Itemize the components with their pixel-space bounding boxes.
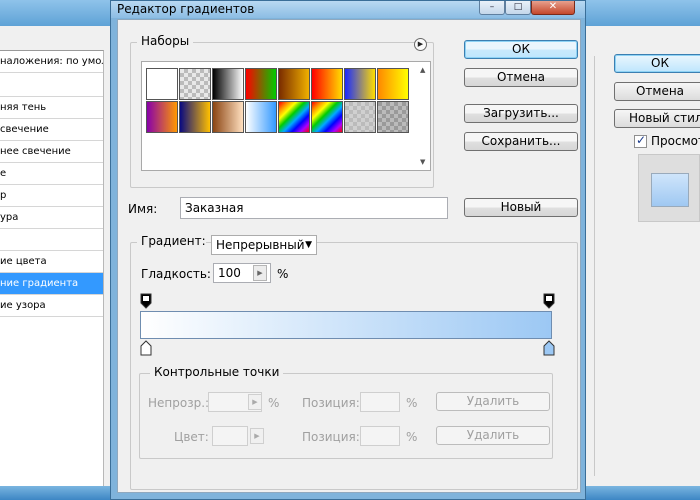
layer-style-ok-button[interactable]: ОК — [614, 54, 700, 73]
style-preview — [638, 154, 700, 222]
maximize-button[interactable]: □ — [505, 1, 531, 15]
styles-list-item[interactable]: р — [0, 185, 103, 207]
smoothness-slider-icon[interactable]: ▶ — [253, 265, 267, 281]
gradient-group: Градиент: Непрерывный ▼ Гладкость: 100 ▶… — [130, 234, 578, 490]
styles-list: наложения: по умолча няя тень свечение н… — [0, 50, 104, 486]
opacity-stop-right-icon[interactable] — [543, 293, 555, 309]
delete-color-stop-button[interactable]: Удалить — [436, 426, 550, 445]
preset-swatches — [146, 68, 409, 133]
preset-swatch[interactable] — [179, 68, 211, 100]
minimize-button[interactable]: – — [479, 1, 505, 15]
preset-swatch[interactable] — [278, 68, 310, 100]
preset-swatch[interactable] — [344, 101, 376, 133]
color-position-input[interactable] — [360, 426, 400, 446]
color-position-label: Позиция: — [302, 430, 360, 444]
layer-style-dialog-left: наложения: по умолча няя тень свечение н… — [0, 0, 110, 500]
styles-list-item-gradient-overlay[interactable]: ние градиента — [0, 273, 103, 295]
gradient-type-value: Непрерывный — [216, 238, 305, 252]
divider — [594, 56, 595, 476]
preset-swatch[interactable] — [212, 68, 244, 100]
color-label: Цвет: — [174, 430, 209, 444]
color-swatch[interactable] — [212, 426, 248, 446]
opacity-position-percent: % — [406, 396, 418, 410]
presets-label: Наборы — [137, 34, 194, 48]
layer-style-dialog-right: ОК Отмена Новый стиль ✓ Просмотр — [586, 0, 700, 500]
layer-style-titlebar-left — [0, 0, 110, 26]
presets-scrollbar[interactable]: ▲ ▼ — [420, 66, 428, 166]
styles-list-item[interactable]: ура — [0, 207, 103, 229]
preset-swatch[interactable] — [278, 101, 310, 133]
styles-list-item[interactable]: наложения: по умолча — [0, 51, 103, 73]
scroll-up-icon[interactable]: ▲ — [420, 66, 425, 74]
styles-list-item[interactable]: е — [0, 163, 103, 185]
layer-style-cancel-button[interactable]: Отмена — [614, 82, 700, 101]
preset-swatch[interactable] — [146, 68, 178, 100]
opacity-stop-left-icon[interactable] — [140, 293, 152, 309]
new-button[interactable]: Новый — [464, 198, 578, 217]
preset-swatch[interactable] — [245, 68, 277, 100]
layer-style-frame-bottom-left — [0, 486, 110, 500]
styles-list-item[interactable]: ие цвета — [0, 251, 103, 273]
save-button[interactable]: Сохранить... — [464, 132, 578, 151]
preview-label: Просмотр — [651, 134, 700, 148]
dialog-title: Редактор градиентов — [117, 2, 255, 16]
opacity-position-input[interactable] — [360, 392, 400, 412]
preset-swatch[interactable] — [377, 101, 409, 133]
scroll-down-icon[interactable]: ▼ — [420, 158, 425, 166]
delete-opacity-stop-button[interactable]: Удалить — [436, 392, 550, 411]
color-menu-icon[interactable]: ▶ — [250, 428, 264, 444]
styles-list-item[interactable] — [0, 229, 103, 251]
gradient-preview-bar[interactable] — [140, 311, 552, 339]
new-style-button[interactable]: Новый стиль — [614, 109, 700, 128]
close-button[interactable]: ✕ — [531, 1, 575, 15]
smoothness-label: Гладкость: — [141, 267, 211, 281]
dialog-client-area: Наборы ▲ ▼ ▶ ОК Отмена Загрузить... Сохр… — [117, 19, 581, 493]
preset-swatch[interactable] — [311, 68, 343, 100]
styles-list-item[interactable] — [0, 73, 103, 97]
stops-label: Контрольные точки — [150, 365, 284, 379]
smoothness-percent: % — [277, 267, 289, 281]
styles-list-item[interactable]: свечение — [0, 119, 103, 141]
opacity-label: Непрозр.: — [148, 396, 210, 410]
name-label: Имя: — [128, 202, 158, 216]
name-input[interactable]: Заказная — [180, 197, 448, 219]
preset-swatch[interactable] — [179, 101, 211, 133]
color-stop-right-icon[interactable] — [543, 340, 555, 356]
presets-grid: ▲ ▼ — [141, 61, 431, 171]
preset-swatch[interactable] — [344, 68, 376, 100]
ok-button[interactable]: ОК — [464, 40, 578, 59]
styles-list-item[interactable]: ие узора — [0, 295, 103, 317]
styles-list-item[interactable]: няя тень — [0, 97, 103, 119]
preset-swatch[interactable] — [146, 101, 178, 133]
check-icon: ✓ — [636, 133, 647, 147]
load-button[interactable]: Загрузить... — [464, 104, 578, 123]
preset-swatch[interactable] — [377, 68, 409, 100]
style-preview-swatch — [651, 173, 689, 207]
chevron-down-icon: ▼ — [305, 240, 312, 250]
preset-swatch[interactable] — [311, 101, 343, 133]
preview-checkbox-row[interactable]: ✓ Просмотр — [634, 133, 700, 148]
preset-swatch[interactable] — [245, 101, 277, 133]
cancel-button[interactable]: Отмена — [464, 68, 578, 87]
opacity-percent: % — [268, 396, 280, 410]
preview-checkbox[interactable]: ✓ — [634, 133, 647, 148]
presets-group: Наборы ▲ ▼ — [130, 34, 434, 188]
gradient-editor-dialog: Редактор градиентов – □ ✕ Наборы ▲ ▼ ▶ О… — [110, 0, 586, 500]
layer-style-frame-bottom-right — [586, 486, 700, 500]
stops-group: Контрольные точки Непрозр.: ▶ % Позиция:… — [139, 365, 553, 459]
layer-style-titlebar-right — [586, 0, 700, 26]
gradient-type-select[interactable]: Непрерывный ▼ — [211, 235, 317, 255]
opacity-position-label: Позиция: — [302, 396, 360, 410]
color-position-percent: % — [406, 430, 418, 444]
preset-swatch[interactable] — [212, 101, 244, 133]
titlebar: Редактор градиентов – □ ✕ — [111, 1, 585, 18]
color-stop-left-icon[interactable] — [140, 340, 152, 356]
presets-menu-icon[interactable]: ▶ — [414, 38, 427, 51]
opacity-slider-icon[interactable]: ▶ — [248, 394, 262, 410]
gradient-type-label: Градиент: — [137, 234, 206, 248]
styles-list-item[interactable]: нее свечение — [0, 141, 103, 163]
